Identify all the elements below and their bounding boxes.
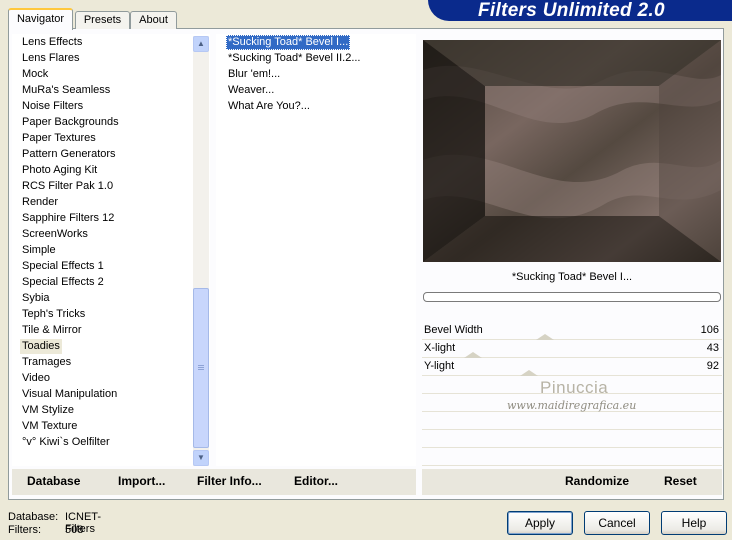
category-item[interactable]: VM Stylize — [20, 403, 76, 418]
filter-item[interactable]: Weaver... — [226, 83, 276, 98]
category-list[interactable]: Lens Effects Lens Flares Mock MuRa's Seamle… — [12, 34, 210, 466]
status-database-label: Database: — [8, 511, 59, 523]
slider-indicator[interactable] — [520, 370, 538, 376]
preview-toolbar: Randomize Reset — [422, 469, 722, 495]
editor-button[interactable]: Editor... — [294, 474, 338, 488]
tab-presets[interactable]: Presets — [75, 11, 130, 29]
param-value: 92 — [706, 360, 719, 372]
filter-info-button[interactable]: Filter Info... — [197, 474, 262, 488]
param-bevel-width[interactable]: Bevel Width 106 — [422, 322, 722, 340]
category-item[interactable]: Pattern Generators — [20, 147, 118, 162]
param-label: Y-light — [424, 360, 455, 372]
param-x-light[interactable]: X-light 43 — [422, 340, 722, 358]
progress-bar — [423, 292, 721, 302]
category-item[interactable]: Tile & Mirror — [20, 323, 83, 338]
param-empty-row — [422, 412, 722, 430]
category-item[interactable]: Noise Filters — [20, 99, 85, 114]
category-item[interactable]: Paper Textures — [20, 131, 98, 146]
filter-item[interactable]: Blur 'em!... — [226, 67, 282, 82]
category-item[interactable]: Simple — [20, 243, 58, 258]
category-item[interactable]: Video — [20, 371, 52, 386]
category-item[interactable]: Teph's Tricks — [20, 307, 87, 322]
filter-item[interactable]: *Sucking Toad* Bevel II.2... — [226, 51, 363, 66]
category-item[interactable]: Special Effects 2 — [20, 275, 106, 290]
scroll-up-button[interactable]: ▲ — [193, 36, 209, 52]
tab-navigator[interactable]: Navigator — [8, 8, 73, 30]
param-label: X-light — [424, 342, 456, 354]
status-filters: Filters: 508 — [8, 524, 83, 536]
category-item[interactable]: MuRa's Seamless — [20, 83, 112, 98]
param-y-light[interactable]: Y-light 92 — [422, 358, 722, 376]
category-item[interactable]: RCS Filter Pak 1.0 — [20, 179, 115, 194]
reset-button[interactable]: Reset — [664, 474, 697, 488]
param-empty-row — [422, 448, 722, 466]
filter-preview-image — [423, 40, 721, 262]
filter-item[interactable]: *Sucking Toad* Bevel I... — [226, 35, 351, 50]
bevel-preview-graphic — [423, 40, 721, 262]
category-item[interactable]: Mock — [20, 67, 50, 82]
category-item[interactable]: Lens Flares — [20, 51, 81, 66]
category-item[interactable]: Paper Backgrounds — [20, 115, 121, 130]
scroll-thumb[interactable] — [193, 288, 209, 448]
import-button[interactable]: Import... — [118, 474, 165, 488]
status-database: Database: ICNET-Filters — [8, 511, 101, 535]
filter-list[interactable]: *Sucking Toad* Bevel I... *Sucking Toad* … — [216, 34, 416, 466]
param-empty-row — [422, 430, 722, 448]
category-scrollbar[interactable]: ▲ ▼ — [193, 36, 209, 466]
cancel-button[interactable]: Cancel — [584, 511, 650, 535]
filter-item[interactable]: What Are You?... — [226, 99, 312, 114]
list-toolbar: Database Import... Filter Info... Editor… — [12, 469, 416, 495]
category-item[interactable]: Sapphire Filters 12 — [20, 211, 116, 226]
category-item[interactable]: Tramages — [20, 355, 73, 370]
param-label: Bevel Width — [424, 324, 483, 336]
category-item[interactable]: Visual Manipulation — [20, 387, 119, 402]
app-title: Filters Unlimited 2.0 — [478, 0, 665, 21]
param-value: 106 — [700, 324, 719, 336]
scroll-down-button[interactable]: ▼ — [193, 450, 209, 466]
category-item[interactable]: Special Effects 1 — [20, 259, 106, 274]
watermark-name: Pinuccia — [540, 378, 609, 397]
category-item[interactable]: ScreenWorks — [20, 227, 90, 242]
help-button[interactable]: Help — [661, 511, 727, 535]
category-item[interactable]: °v° Kiwi`s Oelfilter — [20, 435, 112, 450]
apply-button[interactable]: Apply — [507, 511, 573, 535]
randomize-button[interactable]: Randomize — [565, 474, 629, 488]
status-filters-label: Filters: — [8, 524, 41, 536]
category-item[interactable]: VM Texture — [20, 419, 79, 434]
status-filters-value: 508 — [65, 524, 84, 536]
database-button[interactable]: Database — [27, 474, 80, 488]
category-item[interactable]: Toadies — [20, 339, 62, 354]
category-item[interactable]: Render — [20, 195, 60, 210]
category-item[interactable]: Sybia — [20, 291, 52, 306]
app-title-banner: Filters Unlimited 2.0 — [428, 0, 732, 21]
param-value: 43 — [706, 342, 719, 354]
watermark-url: www.maidiregrafica.eu — [507, 399, 637, 412]
selected-filter-label: *Sucking Toad* Bevel I... — [511, 271, 633, 283]
category-item[interactable]: Photo Aging Kit — [20, 163, 99, 178]
tab-about[interactable]: About — [130, 11, 177, 29]
category-item[interactable]: Lens Effects — [20, 35, 84, 50]
